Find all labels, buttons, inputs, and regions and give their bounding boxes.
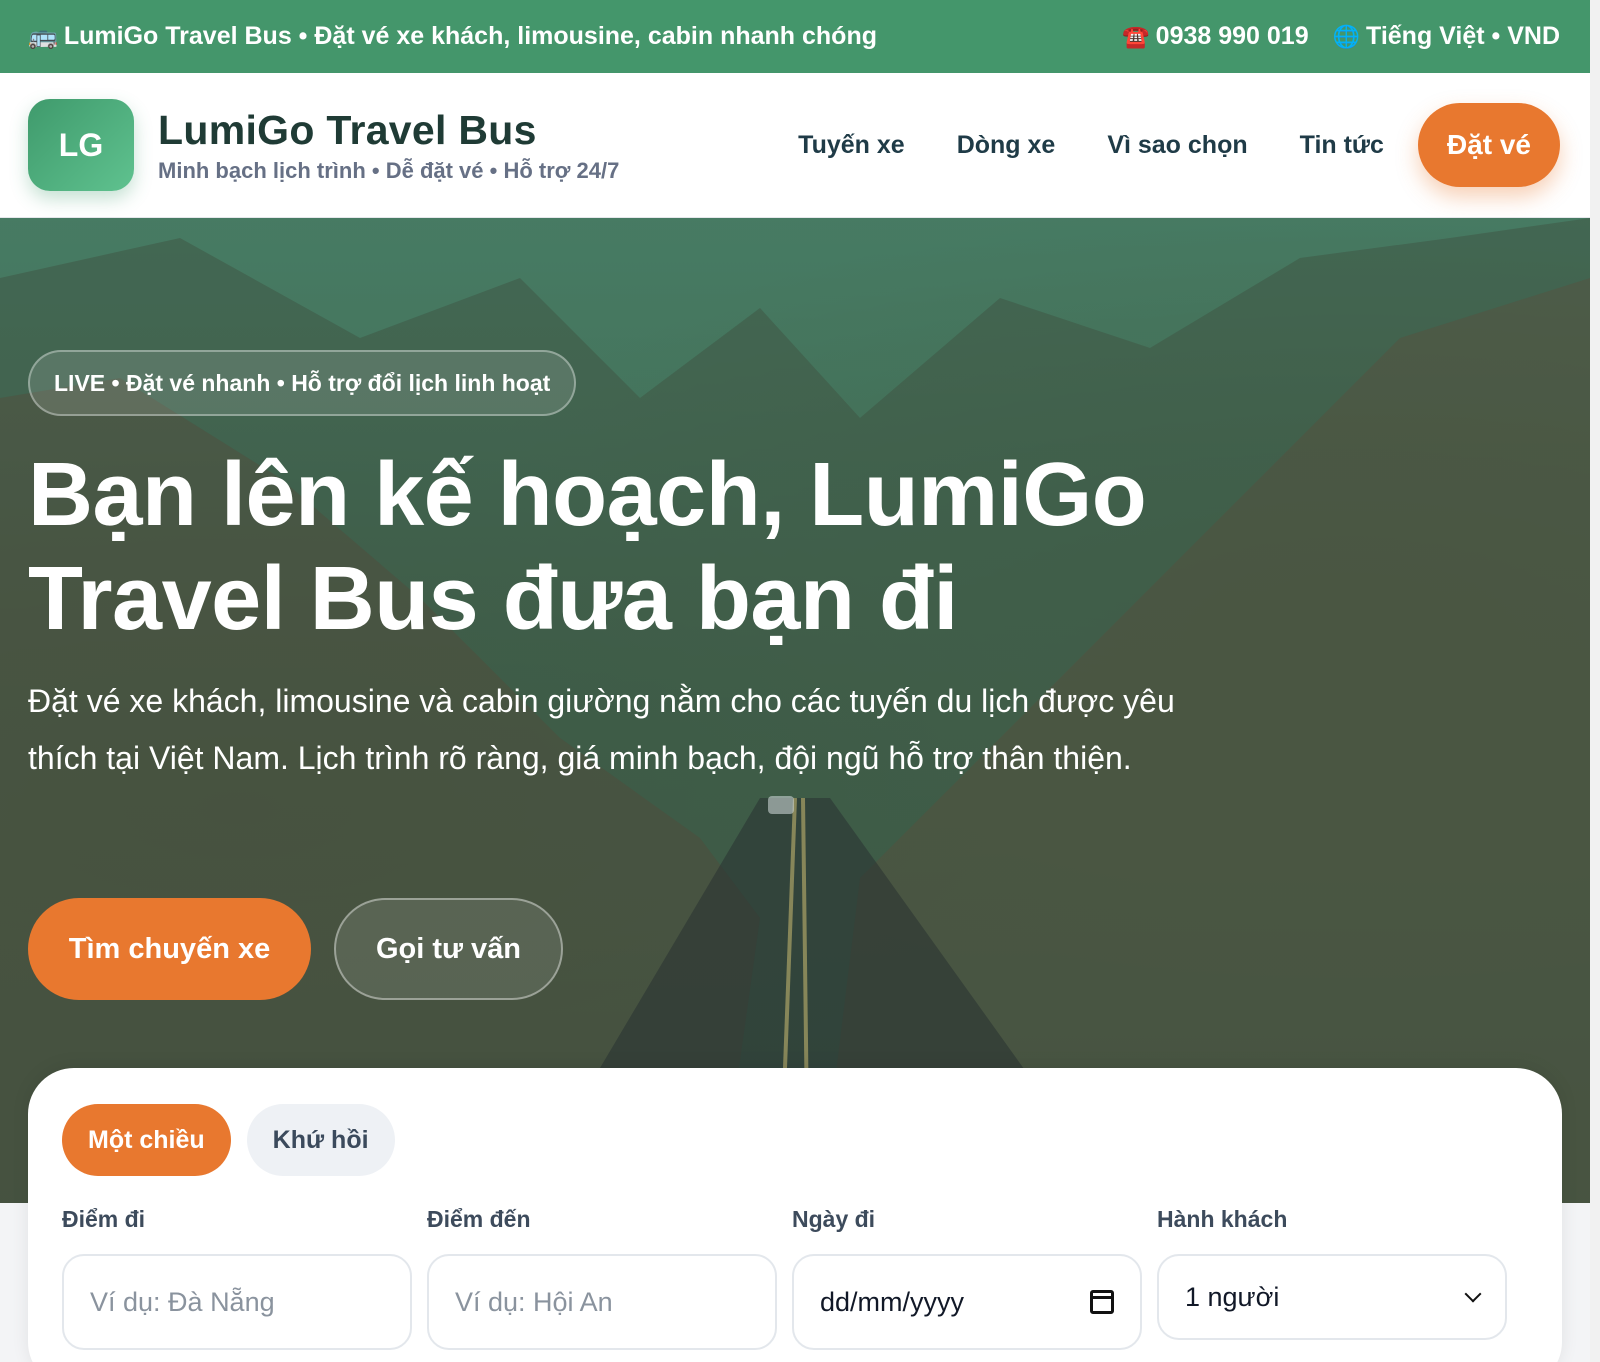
- nav-why-us[interactable]: Vì sao chọn: [1107, 131, 1247, 160]
- passengers-select[interactable]: 1 người: [1157, 1254, 1507, 1340]
- locale-selector[interactable]: 🌐 Tiếng Việt • VND: [1333, 22, 1560, 51]
- chevron-down-icon: [1464, 1285, 1482, 1303]
- nav-vehicles[interactable]: Dòng xe: [957, 131, 1056, 160]
- top-brand-text: LumiGo Travel Bus • Đặt vé xe khách, lim…: [63, 22, 877, 50]
- bus-icon: 🚌: [28, 23, 58, 50]
- passengers-field: Hành khách 1 người: [1157, 1206, 1507, 1340]
- to-field: Điểm đến Ví dụ: Hội An: [427, 1206, 777, 1350]
- from-label: Điểm đi: [62, 1206, 146, 1232]
- locale-text: Tiếng Việt • VND: [1366, 22, 1560, 50]
- tab-round-trip[interactable]: Khứ hồi: [246, 1104, 395, 1176]
- from-input[interactable]: Ví dụ: Đà Nẵng: [62, 1254, 412, 1350]
- calendar-icon[interactable]: [1090, 1290, 1114, 1314]
- nav-routes[interactable]: Tuyến xe: [798, 131, 905, 160]
- phone-number: 0938 990 019: [1155, 22, 1309, 50]
- to-input[interactable]: Ví dụ: Hội An: [427, 1254, 777, 1350]
- date-value: dd/mm/yyyy: [820, 1286, 965, 1317]
- to-label: Điểm đến: [427, 1206, 531, 1232]
- hero-title: Bạn lên kế hoạch, LumiGo Travel Bus đưa …: [28, 445, 1147, 649]
- find-trip-button[interactable]: Tìm chuyến xe: [28, 898, 311, 1000]
- globe-icon: 🌐: [1332, 23, 1361, 49]
- date-label: Ngày đi: [792, 1206, 876, 1232]
- brand-tagline: Minh bạch lịch trình • Dễ đặt vé • Hỗ tr…: [158, 157, 620, 183]
- top-info-bar: 🚌 LumiGo Travel Bus • Đặt vé xe khách, l…: [0, 0, 1590, 73]
- site-header: LG LumiGo Travel Bus Minh bạch lịch trìn…: [0, 73, 1590, 218]
- top-brand: 🚌 LumiGo Travel Bus • Đặt vé xe khách, l…: [28, 22, 877, 51]
- logo[interactable]: LG: [28, 99, 134, 191]
- hero-description: Đặt vé xe khách, limousine và cabin giườ…: [28, 683, 1175, 776]
- passengers-label: Hành khách: [1157, 1206, 1288, 1232]
- booking-card: Một chiều Khứ hồi Điểm đi Ví dụ: Đà Nẵng…: [28, 1068, 1562, 1362]
- hero-section: LIVE • Đặt vé nhanh • Hỗ trợ đổi lịch li…: [0, 218, 1590, 1203]
- page-scrollbar[interactable]: [1590, 0, 1600, 1362]
- live-badge: LIVE • Đặt vé nhanh • Hỗ trợ đổi lịch li…: [28, 350, 577, 416]
- tab-one-way[interactable]: Một chiều: [62, 1104, 231, 1176]
- nav-news[interactable]: Tin tức: [1300, 131, 1384, 160]
- book-ticket-button[interactable]: Đặt vé: [1417, 103, 1560, 187]
- main-nav: Tuyến xe Dòng xe Vì sao chọn Tin tức Đặt…: [746, 103, 1560, 187]
- passengers-value: 1 người: [1185, 1281, 1280, 1312]
- call-consult-button[interactable]: Gọi tư vấn: [334, 898, 563, 1000]
- phone-icon: ☎️: [1122, 23, 1150, 49]
- date-field: Ngày đi dd/mm/yyyy: [792, 1206, 1142, 1350]
- from-field: Điểm đi Ví dụ: Đà Nẵng: [62, 1206, 412, 1350]
- date-input[interactable]: dd/mm/yyyy: [792, 1254, 1142, 1350]
- phone-link[interactable]: ☎️ 0938 990 019: [1122, 22, 1308, 51]
- brand-name[interactable]: LumiGo Travel Bus: [158, 107, 619, 154]
